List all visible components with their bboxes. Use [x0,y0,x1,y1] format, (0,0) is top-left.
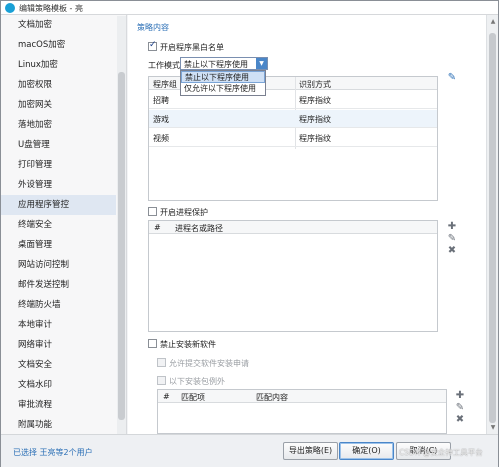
work-mode-dropdown: 禁止以下程序使用 仅允许以下程序使用 [180,70,266,96]
sidebar-item-linux-encrypt[interactable]: Linux加密 [1,55,116,75]
row-method: 程序指纹 [299,96,331,105]
row-method: 程序指纹 [299,134,331,143]
content-scrollbar-thumb[interactable] [489,33,496,423]
allow-submit-label: 允许提交软件安装申请 [169,359,249,368]
col-header-index: # [154,223,161,232]
block-install-label: 禁止安装新软件 [160,340,216,349]
sidebar-item-document-watermark[interactable]: 文档水印 [1,375,116,395]
scroll-down-icon[interactable]: ▼ [489,424,497,432]
table-row[interactable]: 视频 程序指纹 [149,129,437,147]
work-mode-option-block[interactable]: 禁止以下程序使用 [181,71,265,83]
selection-status[interactable]: 已选择 王亮等2个用户 [13,447,93,458]
col-header-program-group: 程序组 [153,80,177,89]
sidebar-item-print-management[interactable]: 打印管理 [1,155,116,175]
add-icon[interactable]: ✚ [455,391,465,401]
process-protect-label: 开启进程保护 [160,208,208,217]
policy-content-panel: 策略内容 开启程序黑白名单 工作模式 禁止以下程序使用 ▼ 禁止以下程序使用 仅… [128,15,486,434]
sidebar-item-desktop-management[interactable]: 桌面管理 [1,235,116,255]
sidebar-item-network-audit[interactable]: 网络审计 [1,335,116,355]
sidebar-item-local-audit[interactable]: 本地审计 [1,315,116,335]
sidebar-item-web-access-control[interactable]: 网站访问控制 [1,255,116,275]
export-policy-button[interactable]: 导出策略(E) [283,442,338,460]
col-header-match-content: 匹配内容 [256,393,288,402]
exceptions-label: 以下安装包例外 [169,377,225,386]
content-scrollbar[interactable]: ▲ ▼ [486,15,498,434]
whitelist-checkbox-label: 开启程序黑白名单 [160,43,224,52]
window-title: 编辑策略模板 - 亮 [19,4,83,13]
sidebar-item-landing-encrypt[interactable]: 落地加密 [1,115,116,135]
sidebar-item-endpoint-firewall[interactable]: 终端防火墙 [1,295,116,315]
allow-submit-checkbox[interactable] [157,358,166,367]
work-mode-label: 工作模式 [148,61,180,70]
watermark: CSDN @安企神工具平台 [399,448,483,457]
sidebar-item-endpoint-security[interactable]: 终端安全 [1,215,116,235]
work-mode-option-allow[interactable]: 仅允许以下程序使用 [181,83,265,95]
add-icon[interactable]: ✚ [447,222,457,232]
sidebar-item-doc-encrypt[interactable]: 文档加密 [1,15,116,35]
delete-icon[interactable]: ✖ [455,415,465,425]
sidebar-item-extra-features[interactable]: 附属功能 [1,415,116,435]
col-header-index: # [163,392,170,401]
process-table: # 进程名或路径 [148,220,438,332]
row-group: 招聘 [153,96,169,105]
row-method: 程序指纹 [299,115,331,124]
sidebar-scrollbar-thumb[interactable] [118,72,125,420]
whitelist-checkbox[interactable] [148,40,157,51]
sidebar-item-encrypt-gateway[interactable]: 加密网关 [1,95,116,115]
process-protect-checkbox[interactable] [148,207,157,216]
sidebar-item-app-control[interactable]: 应用程序管控 [1,195,116,215]
table-row[interactable]: 游戏 程序指纹 [149,110,437,128]
col-header-identify-method: 识别方式 [299,80,331,89]
delete-icon[interactable]: ✖ [447,246,457,256]
sidebar-item-encrypt-permissions[interactable]: 加密权限 [1,75,116,95]
sidebar-item-email-control[interactable]: 邮件发送控制 [1,275,116,295]
sidebar-item-approval-flow[interactable]: 审批流程 [1,395,116,415]
pencil-icon[interactable]: ✎ [455,403,465,413]
scroll-up-icon[interactable]: ▲ [489,18,497,26]
chevron-down-icon[interactable]: ▼ [256,58,267,69]
row-group: 游戏 [153,115,169,124]
sidebar-item-usb-management[interactable]: U盘管理 [1,135,116,155]
app-icon [5,3,15,13]
exceptions-table: # 匹配项 匹配内容 [157,389,447,434]
work-mode-value: 禁止以下程序使用 [184,60,248,69]
pencil-icon[interactable]: ✎ [447,73,457,83]
sidebar-item-macos-encrypt[interactable]: macOS加密 [1,35,116,55]
col-header-process-path: 进程名或路径 [175,224,223,233]
ok-button[interactable]: 确定(O) [339,442,394,460]
sidebar-item-peripheral-management[interactable]: 外设管理 [1,175,116,195]
exceptions-table-header: # 匹配项 匹配内容 [158,390,446,403]
sidebar: 文档加密 macOS加密 Linux加密 加密权限 加密网关 落地加密 U盘管理… [1,15,127,434]
title-bar: 编辑策略模板 - 亮 [1,1,498,15]
sidebar-item-document-security[interactable]: 文档安全 [1,355,116,375]
process-table-header: # 进程名或路径 [149,221,437,234]
block-install-checkbox[interactable] [148,339,157,348]
col-header-match-item: 匹配项 [181,393,205,402]
exceptions-checkbox[interactable] [157,376,166,385]
sidebar-scrollbar[interactable] [117,16,126,434]
row-group: 视频 [153,134,169,143]
policy-template-window: 编辑策略模板 - 亮 文档加密 macOS加密 Linux加密 加密权限 加密网… [0,0,499,467]
pencil-icon[interactable]: ✎ [447,234,457,244]
section-title: 策略内容 [137,23,169,32]
work-mode-select[interactable]: 禁止以下程序使用 ▼ [180,57,268,70]
